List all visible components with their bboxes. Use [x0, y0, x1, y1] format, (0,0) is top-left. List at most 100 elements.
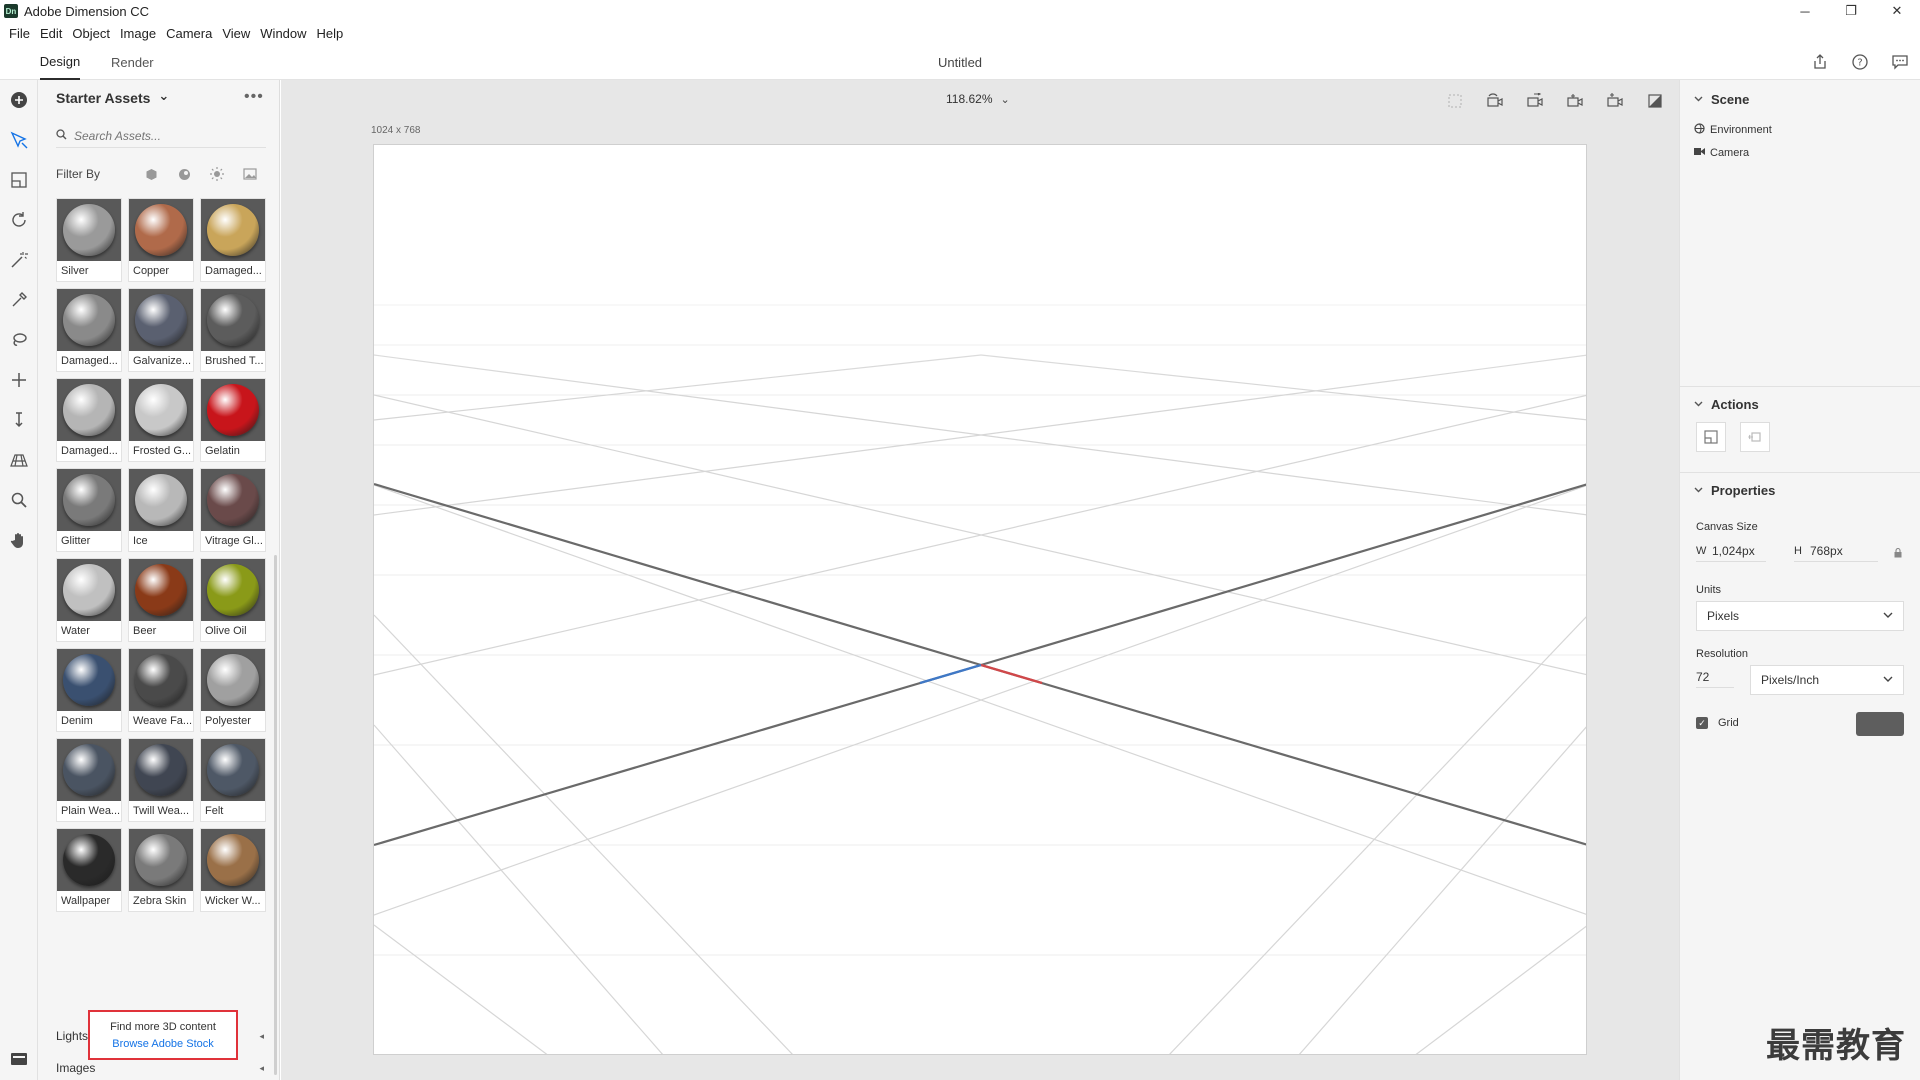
- menu-edit[interactable]: Edit: [35, 26, 67, 41]
- images-filter-icon[interactable]: [233, 168, 266, 180]
- scene-section-header[interactable]: Scene: [1694, 92, 1749, 107]
- material-tile[interactable]: Wicker W...: [200, 828, 266, 912]
- material-tile[interactable]: Silver: [56, 198, 122, 282]
- grid-toggle[interactable]: ✓ Grid: [1696, 717, 1739, 729]
- canvas-width-field[interactable]: W 1,024px: [1696, 540, 1766, 562]
- images-section[interactable]: Images ◂: [56, 1058, 266, 1078]
- select-tool-icon[interactable]: [7, 128, 31, 152]
- grid-checkbox[interactable]: ✓: [1696, 717, 1708, 729]
- material-tile[interactable]: Polyester: [200, 648, 266, 732]
- browse-adobe-stock-link[interactable]: Browse Adobe Stock: [112, 1038, 214, 1050]
- zoom-selector[interactable]: 118.62% ⌄: [946, 92, 1010, 106]
- material-thumbnail: [129, 379, 193, 441]
- material-tile[interactable]: Gelatin: [200, 378, 266, 462]
- materials-grid-scroll[interactable]: Silver Copper Damaged... Damaged... Galvaniz…: [56, 198, 266, 1000]
- material-label: Brushed T...: [205, 355, 264, 367]
- material-tile[interactable]: Glitter: [56, 468, 122, 552]
- camera-dolly-icon[interactable]: [1563, 90, 1587, 112]
- actions-section-header[interactable]: Actions: [1694, 397, 1759, 412]
- lasso-icon[interactable]: [7, 328, 31, 352]
- material-thumbnail: [57, 829, 121, 891]
- material-tile[interactable]: Plain Wea...: [56, 738, 122, 822]
- tab-render[interactable]: Render: [111, 44, 154, 80]
- resolution-field[interactable]: 72: [1696, 666, 1734, 688]
- restore-button[interactable]: ❐: [1828, 0, 1874, 22]
- render-preview-icon[interactable]: [1643, 90, 1667, 112]
- scene-item-environment[interactable]: Environment: [1694, 123, 1772, 137]
- material-tile[interactable]: Beer: [128, 558, 194, 642]
- material-tile[interactable]: Ice: [128, 468, 194, 552]
- share-icon[interactable]: [1808, 50, 1832, 74]
- move-icon[interactable]: [7, 368, 31, 392]
- material-tile[interactable]: Weave Fa...: [128, 648, 194, 732]
- material-tile[interactable]: Damaged...: [200, 198, 266, 282]
- orbit-tool-icon[interactable]: [7, 208, 31, 232]
- lights-filter-icon[interactable]: [201, 167, 234, 181]
- close-button[interactable]: ✕: [1874, 0, 1920, 22]
- image-action-icon[interactable]: [1740, 422, 1770, 452]
- material-tile[interactable]: Zebra Skin: [128, 828, 194, 912]
- eyedropper-icon[interactable]: [7, 288, 31, 312]
- menu-view[interactable]: View: [217, 26, 255, 41]
- material-tile[interactable]: Damaged...: [56, 378, 122, 462]
- models-filter-icon[interactable]: [135, 168, 168, 181]
- menu-window[interactable]: Window: [255, 26, 311, 41]
- material-tile[interactable]: Olive Oil: [200, 558, 266, 642]
- material-label: Frosted G...: [133, 445, 192, 457]
- camera-pan-icon[interactable]: [1523, 90, 1547, 112]
- scene-canvas[interactable]: [373, 144, 1587, 1055]
- menu-help[interactable]: Help: [312, 26, 349, 41]
- menu-camera[interactable]: Camera: [161, 26, 217, 41]
- help-icon[interactable]: ?: [1848, 50, 1872, 74]
- material-tile[interactable]: Denim: [56, 648, 122, 732]
- resolution-unit-select[interactable]: Pixels/Inch: [1750, 665, 1904, 695]
- search-input[interactable]: [74, 128, 254, 143]
- material-tile[interactable]: Damaged...: [56, 288, 122, 372]
- title-bar: Dn Adobe Dimension CC ─ ❐ ✕: [0, 0, 1920, 22]
- material-label: Polyester: [205, 715, 251, 727]
- menu-file[interactable]: File: [4, 26, 35, 41]
- fit-to-canvas-action-icon[interactable]: [1696, 422, 1726, 452]
- material-tile[interactable]: Felt: [200, 738, 266, 822]
- more-options-icon[interactable]: •••: [244, 88, 264, 106]
- magic-wand-icon[interactable]: [7, 248, 31, 272]
- material-label: Damaged...: [61, 355, 118, 367]
- height-icon[interactable]: [7, 408, 31, 432]
- panel-toggle-icon[interactable]: [8, 1050, 30, 1068]
- camera-bookmark-icon[interactable]: [1603, 90, 1627, 112]
- scene-item-camera[interactable]: Camera: [1694, 147, 1749, 159]
- units-select[interactable]: Pixels: [1696, 601, 1904, 631]
- material-tile[interactable]: Copper: [128, 198, 194, 282]
- material-tile[interactable]: Water: [56, 558, 122, 642]
- canvas-toolbar: 118.62% ⌄: [281, 80, 1679, 120]
- material-tile[interactable]: Vitrage Gl...: [200, 468, 266, 552]
- fit-canvas-icon[interactable]: [1443, 90, 1467, 112]
- assets-scrollbar[interactable]: [274, 555, 277, 1075]
- add-icon[interactable]: [7, 88, 31, 112]
- zoom-icon[interactable]: [7, 488, 31, 512]
- assets-library-selector[interactable]: Starter Assets ⌄: [56, 88, 169, 107]
- material-label: Twill Wea...: [133, 805, 190, 817]
- lock-icon[interactable]: [1894, 546, 1902, 561]
- material-thumbnail: [57, 649, 121, 711]
- tab-design[interactable]: Design: [40, 44, 80, 80]
- perspective-icon[interactable]: [7, 448, 31, 472]
- hand-icon[interactable]: [7, 528, 31, 552]
- camera-orbit-icon[interactable]: [1483, 90, 1507, 112]
- canvas-height-field[interactable]: H 768px: [1794, 540, 1878, 562]
- material-tile[interactable]: Frosted G...: [128, 378, 194, 462]
- feedback-icon[interactable]: [1888, 50, 1912, 74]
- menu-object[interactable]: Object: [67, 26, 115, 41]
- materials-filter-icon[interactable]: [168, 168, 201, 181]
- material-tile[interactable]: Brushed T...: [200, 288, 266, 372]
- menu-image[interactable]: Image: [115, 26, 161, 41]
- material-tile[interactable]: Twill Wea...: [128, 738, 194, 822]
- material-tile[interactable]: Wallpaper: [56, 828, 122, 912]
- material-tile[interactable]: Galvanize...: [128, 288, 194, 372]
- frame-tool-icon[interactable]: [7, 168, 31, 192]
- properties-section-header[interactable]: Properties: [1694, 483, 1775, 498]
- minimize-button[interactable]: ─: [1782, 0, 1828, 22]
- material-label: Weave Fa...: [133, 715, 193, 727]
- grid-color-swatch[interactable]: [1856, 712, 1904, 736]
- lights-section-label: Lights: [56, 1029, 89, 1043]
